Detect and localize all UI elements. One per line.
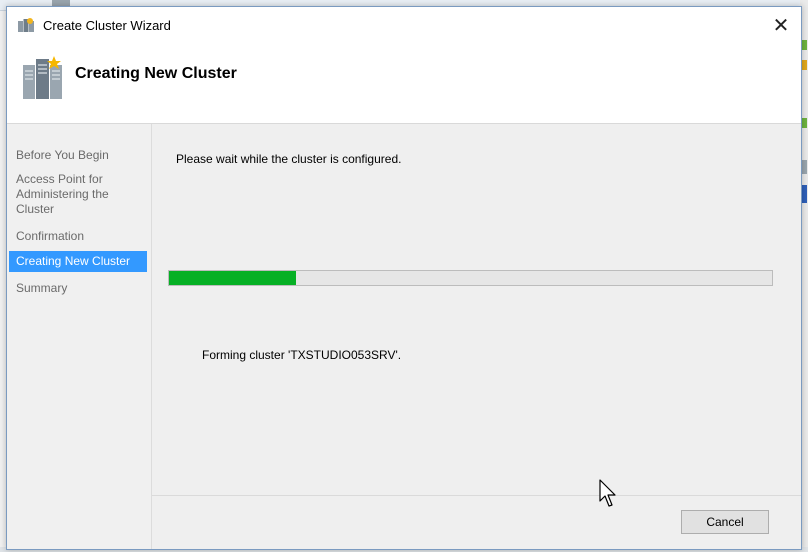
wizard-window: Create Cluster Wizard ✕ Creating New Clu…	[6, 6, 802, 550]
cancel-button[interactable]: Cancel	[681, 510, 769, 534]
nav-step-summary[interactable]: Summary	[9, 281, 147, 296]
wizard-header: Creating New Cluster	[7, 43, 801, 124]
page-heading: Creating New Cluster	[75, 65, 237, 82]
window-title: Create Cluster Wizard	[43, 18, 171, 33]
wizard-steps-nav: Before You Begin Access Point for Admini…	[7, 124, 152, 549]
close-icon[interactable]: ✕	[761, 7, 801, 43]
nav-step-before-you-begin[interactable]: Before You Begin	[9, 148, 147, 163]
nav-step-access-point[interactable]: Access Point for Administering the Clust…	[9, 172, 147, 217]
footer-divider	[152, 495, 801, 496]
progress-fill	[169, 271, 296, 285]
nav-step-creating-new-cluster[interactable]: Creating New Cluster	[9, 251, 147, 272]
nav-step-confirmation[interactable]: Confirmation	[9, 229, 147, 244]
mouse-pointer-icon	[599, 479, 616, 507]
wait-message: Please wait while the cluster is configu…	[176, 152, 402, 166]
status-message: Forming cluster 'TXSTUDIO053SRV'.	[202, 348, 402, 362]
main-content: Please wait while the cluster is configu…	[152, 124, 801, 549]
progress-bar	[168, 270, 773, 286]
title-bar[interactable]: Create Cluster Wizard ✕	[7, 7, 801, 43]
cluster-server-icon	[23, 56, 62, 99]
cluster-app-icon	[18, 18, 34, 32]
